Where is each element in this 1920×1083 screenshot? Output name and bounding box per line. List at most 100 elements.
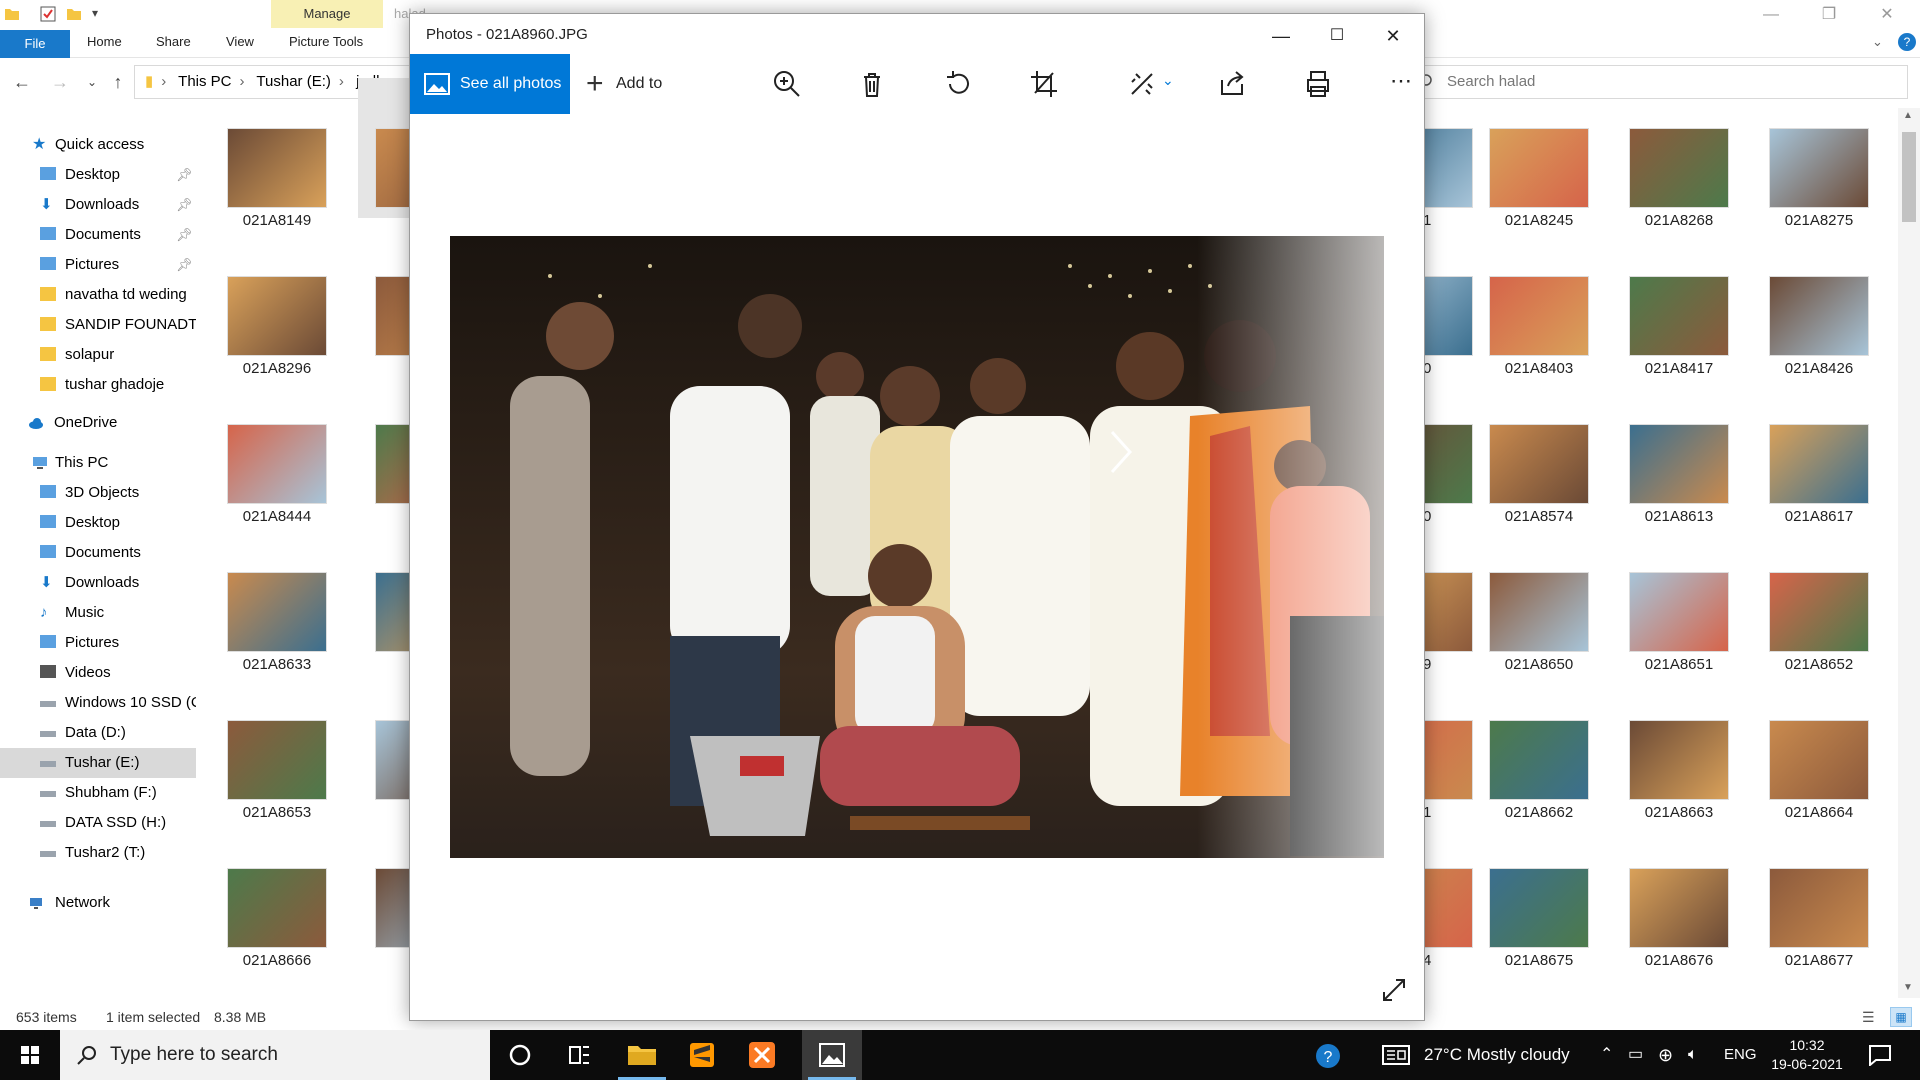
- sidebar-item-network[interactable]: Network: [0, 888, 196, 918]
- cortana-icon[interactable]: [490, 1030, 550, 1080]
- zoom-in-icon[interactable]: [770, 68, 802, 100]
- file-thumbnail[interactable]: 021A8676: [1612, 818, 1746, 969]
- tab-manage[interactable]: Manage: [271, 0, 383, 28]
- file-thumbnail[interactable]: 021A8617: [1752, 374, 1886, 525]
- tab-share[interactable]: Share: [156, 34, 191, 49]
- sidebar-item-pc[interactable]: Documents: [0, 538, 196, 568]
- restore-icon[interactable]: ❐: [1814, 3, 1844, 27]
- volume-icon[interactable]: 🔈︎: [1688, 1030, 1698, 1080]
- chevron-down-icon[interactable]: ⌄: [1872, 34, 1883, 50]
- file-thumbnail[interactable]: 021A8403: [1472, 226, 1606, 377]
- file-thumbnail[interactable]: 021A8662: [1472, 670, 1606, 821]
- sidebar-item-quick[interactable]: Documents 📌︎: [0, 220, 196, 250]
- large-icons-view-icon[interactable]: ▦: [1890, 1007, 1912, 1027]
- sidebar-item-quick[interactable]: SANDIP FOUNADTI(: [0, 310, 196, 340]
- windows-start-icon[interactable]: [0, 1030, 60, 1080]
- forward-icon[interactable]: →: [48, 70, 72, 94]
- sidebar-item-pc[interactable]: Videos: [0, 658, 196, 688]
- globe-network-icon[interactable]: ⊕: [1658, 1030, 1673, 1080]
- scroll-up-icon[interactable]: ▲: [1903, 110, 1913, 121]
- taskbar-search-input[interactable]: Type here to search: [60, 1030, 490, 1080]
- customize-qat-icon[interactable]: ▾: [92, 6, 98, 20]
- maximize-icon[interactable]: ☐: [1312, 20, 1362, 52]
- tab-picture-tools[interactable]: Picture Tools: [289, 34, 363, 49]
- scrollbar-thumb[interactable]: [1902, 132, 1916, 222]
- battery-icon[interactable]: ▭: [1628, 1030, 1643, 1080]
- file-thumbnail[interactable]: 021A8426: [1752, 226, 1886, 377]
- file-thumbnail[interactable]: 021A8651: [1612, 522, 1746, 673]
- file-thumbnail[interactable]: 021A8650: [1472, 522, 1606, 673]
- taskbar-photos[interactable]: [802, 1030, 862, 1080]
- sidebar-item-onedrive[interactable]: OneDrive: [0, 408, 196, 438]
- sidebar-item-quick[interactable]: Pictures 📌︎: [0, 250, 196, 280]
- photo-image[interactable]: [450, 236, 1384, 858]
- see-all-photos-button[interactable]: See all photos: [410, 54, 570, 114]
- sidebar-item-pc[interactable]: DATA SSD (H:): [0, 808, 196, 838]
- scroll-down-icon[interactable]: ▼: [1903, 982, 1913, 993]
- share-icon[interactable]: [1216, 68, 1248, 100]
- crop-icon[interactable]: [1028, 68, 1060, 100]
- help-tips-icon[interactable]: ?: [1314, 1042, 1342, 1070]
- sidebar-item-pc[interactable]: Windows 10 SSD (C: [0, 688, 196, 718]
- print-icon[interactable]: [1302, 68, 1334, 100]
- sidebar-item-pc[interactable]: ♪ Music: [0, 598, 196, 628]
- more-options-icon[interactable]: ⋯: [1390, 68, 1412, 94]
- rotate-icon[interactable]: [942, 68, 974, 100]
- next-photo-icon[interactable]: [1100, 422, 1140, 482]
- clock[interactable]: 10:32 19-06-2021: [1762, 1036, 1852, 1074]
- sidebar-item-pc[interactable]: Tushar (E:): [0, 748, 196, 778]
- file-thumbnail[interactable]: 021A8149: [210, 78, 344, 229]
- file-thumbnail[interactable]: 021A8275: [1752, 78, 1886, 229]
- tab-home[interactable]: Home: [87, 34, 122, 49]
- minimize-icon[interactable]: —: [1756, 3, 1786, 27]
- close-icon[interactable]: ✕: [1368, 20, 1418, 52]
- back-icon[interactable]: ←: [10, 70, 34, 94]
- help-icon[interactable]: ?: [1898, 33, 1916, 51]
- sidebar-item-pc[interactable]: Tushar2 (T:): [0, 838, 196, 868]
- file-thumbnail[interactable]: 021A8653: [210, 670, 344, 821]
- sidebar-item-quick[interactable]: navatha td weding: [0, 280, 196, 310]
- sublime-text-icon[interactable]: [672, 1030, 732, 1080]
- delete-icon[interactable]: [856, 68, 888, 100]
- up-icon[interactable]: ↑: [106, 70, 130, 94]
- sidebar-item-quick[interactable]: ⬇ Downloads 📌︎: [0, 190, 196, 220]
- taskbar-file-explorer[interactable]: [612, 1030, 672, 1080]
- file-thumbnail[interactable]: 021A8268: [1612, 78, 1746, 229]
- input-language[interactable]: ENG: [1724, 1030, 1757, 1080]
- file-thumbnail[interactable]: 021A8296: [210, 226, 344, 377]
- file-thumbnail[interactable]: 021A8633: [210, 522, 344, 673]
- sidebar-item-pc[interactable]: Desktop: [0, 508, 196, 538]
- news-weather-icon[interactable]: [1382, 1045, 1410, 1065]
- chevron-down-icon[interactable]: ⌄: [1162, 72, 1174, 89]
- details-view-icon[interactable]: ☰: [1862, 1004, 1875, 1030]
- file-thumbnail[interactable]: 021A8663: [1612, 670, 1746, 821]
- sidebar-item-pc[interactable]: Shubham (F:): [0, 778, 196, 808]
- sidebar-item-pc[interactable]: ⬇ Downloads: [0, 568, 196, 598]
- file-thumbnail[interactable]: 021A8245: [1472, 78, 1606, 229]
- new-folder-icon[interactable]: [66, 6, 82, 22]
- file-thumbnail[interactable]: 021A8677: [1752, 818, 1886, 969]
- file-thumbnail[interactable]: 021A8666: [210, 818, 344, 969]
- show-hidden-icons-icon[interactable]: ⌃: [1600, 1030, 1613, 1080]
- file-thumbnail[interactable]: 021A8675: [1472, 818, 1606, 969]
- full-screen-icon[interactable]: [1380, 976, 1408, 1004]
- tab-view[interactable]: View: [226, 34, 254, 49]
- close-icon[interactable]: ✕: [1872, 3, 1902, 27]
- sidebar-item-pc[interactable]: Data (D:): [0, 718, 196, 748]
- xampp-icon[interactable]: [732, 1030, 792, 1080]
- sidebar-item-quick-access[interactable]: ★ Quick access: [0, 130, 196, 160]
- file-thumbnail[interactable]: 021A8417: [1612, 226, 1746, 377]
- sidebar-item-quick[interactable]: solapur: [0, 340, 196, 370]
- sidebar-item-quick[interactable]: Desktop 📌︎: [0, 160, 196, 190]
- file-thumbnail[interactable]: 021A8574: [1472, 374, 1606, 525]
- vertical-scrollbar[interactable]: [1898, 108, 1920, 998]
- weather-text[interactable]: 27°C Mostly cloudy: [1424, 1030, 1570, 1080]
- task-view-icon[interactable]: [550, 1030, 610, 1080]
- file-thumbnail[interactable]: 021A8444: [210, 374, 344, 525]
- file-thumbnail[interactable]: 021A8652: [1752, 522, 1886, 673]
- sidebar-item-pc[interactable]: Pictures: [0, 628, 196, 658]
- sidebar-item-quick[interactable]: tushar ghadoje: [0, 370, 196, 400]
- minimize-icon[interactable]: —: [1256, 20, 1306, 52]
- file-thumbnail[interactable]: 021A8613: [1612, 374, 1746, 525]
- add-to-button[interactable]: + Add to: [580, 54, 662, 114]
